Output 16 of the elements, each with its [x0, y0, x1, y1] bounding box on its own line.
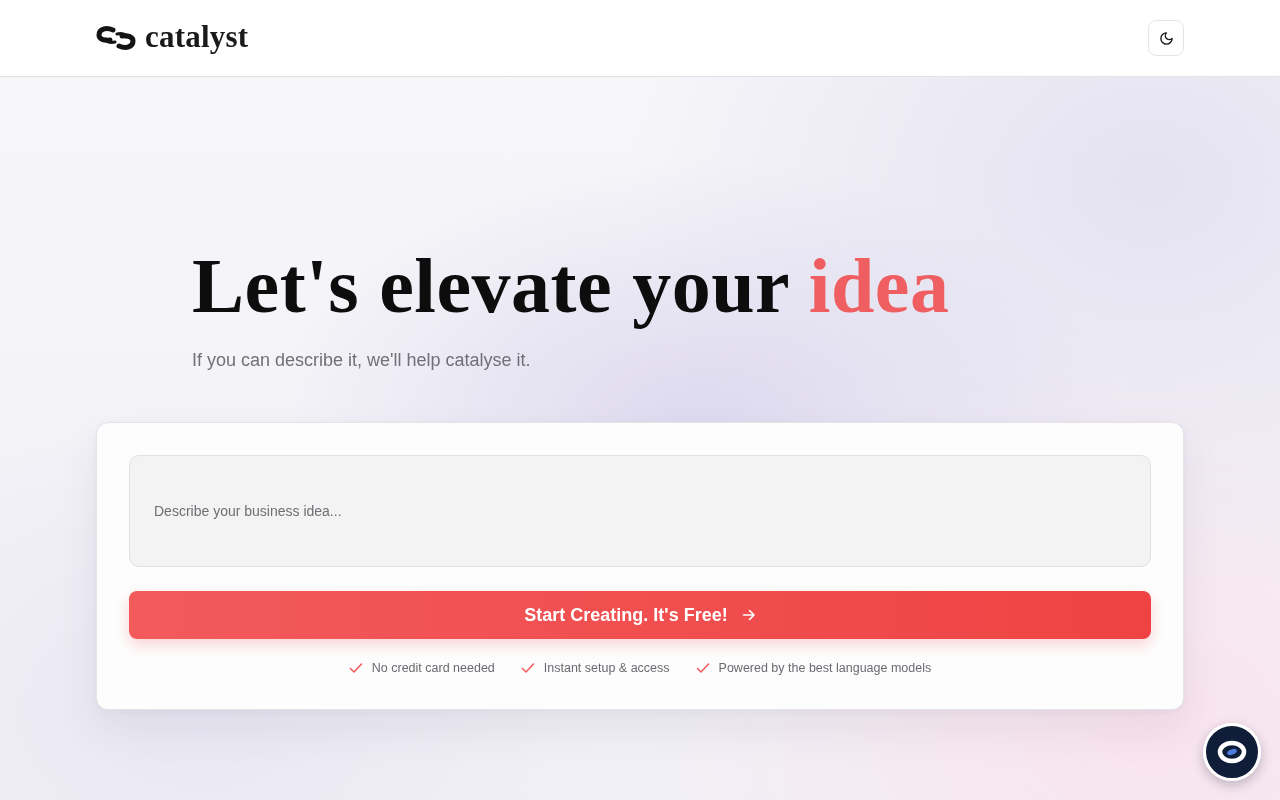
hero-subtitle: If you can describe it, we'll help catalyse it.: [192, 349, 531, 371]
brand-name: catalyst: [145, 20, 249, 52]
floating-round-button[interactable]: [1203, 723, 1261, 781]
ring-icon: [1203, 723, 1261, 781]
start-creating-button[interactable]: Start Creating. It's Free!: [129, 591, 1151, 639]
theme-toggle-button[interactable]: [1148, 20, 1184, 56]
feature-text: Instant setup & access: [543, 661, 670, 675]
check-icon: [695, 661, 710, 675]
moon-icon: [1158, 30, 1174, 46]
check-icon: [348, 661, 363, 675]
idea-input-field[interactable]: Describe your business idea...: [129, 455, 1151, 567]
feature-text: No credit card needed: [371, 661, 495, 675]
arrow-right-icon: [741, 608, 756, 622]
logo-icon: [96, 25, 136, 51]
check-icon: [520, 661, 535, 675]
feature-text: Powered by the best language models: [718, 661, 932, 675]
